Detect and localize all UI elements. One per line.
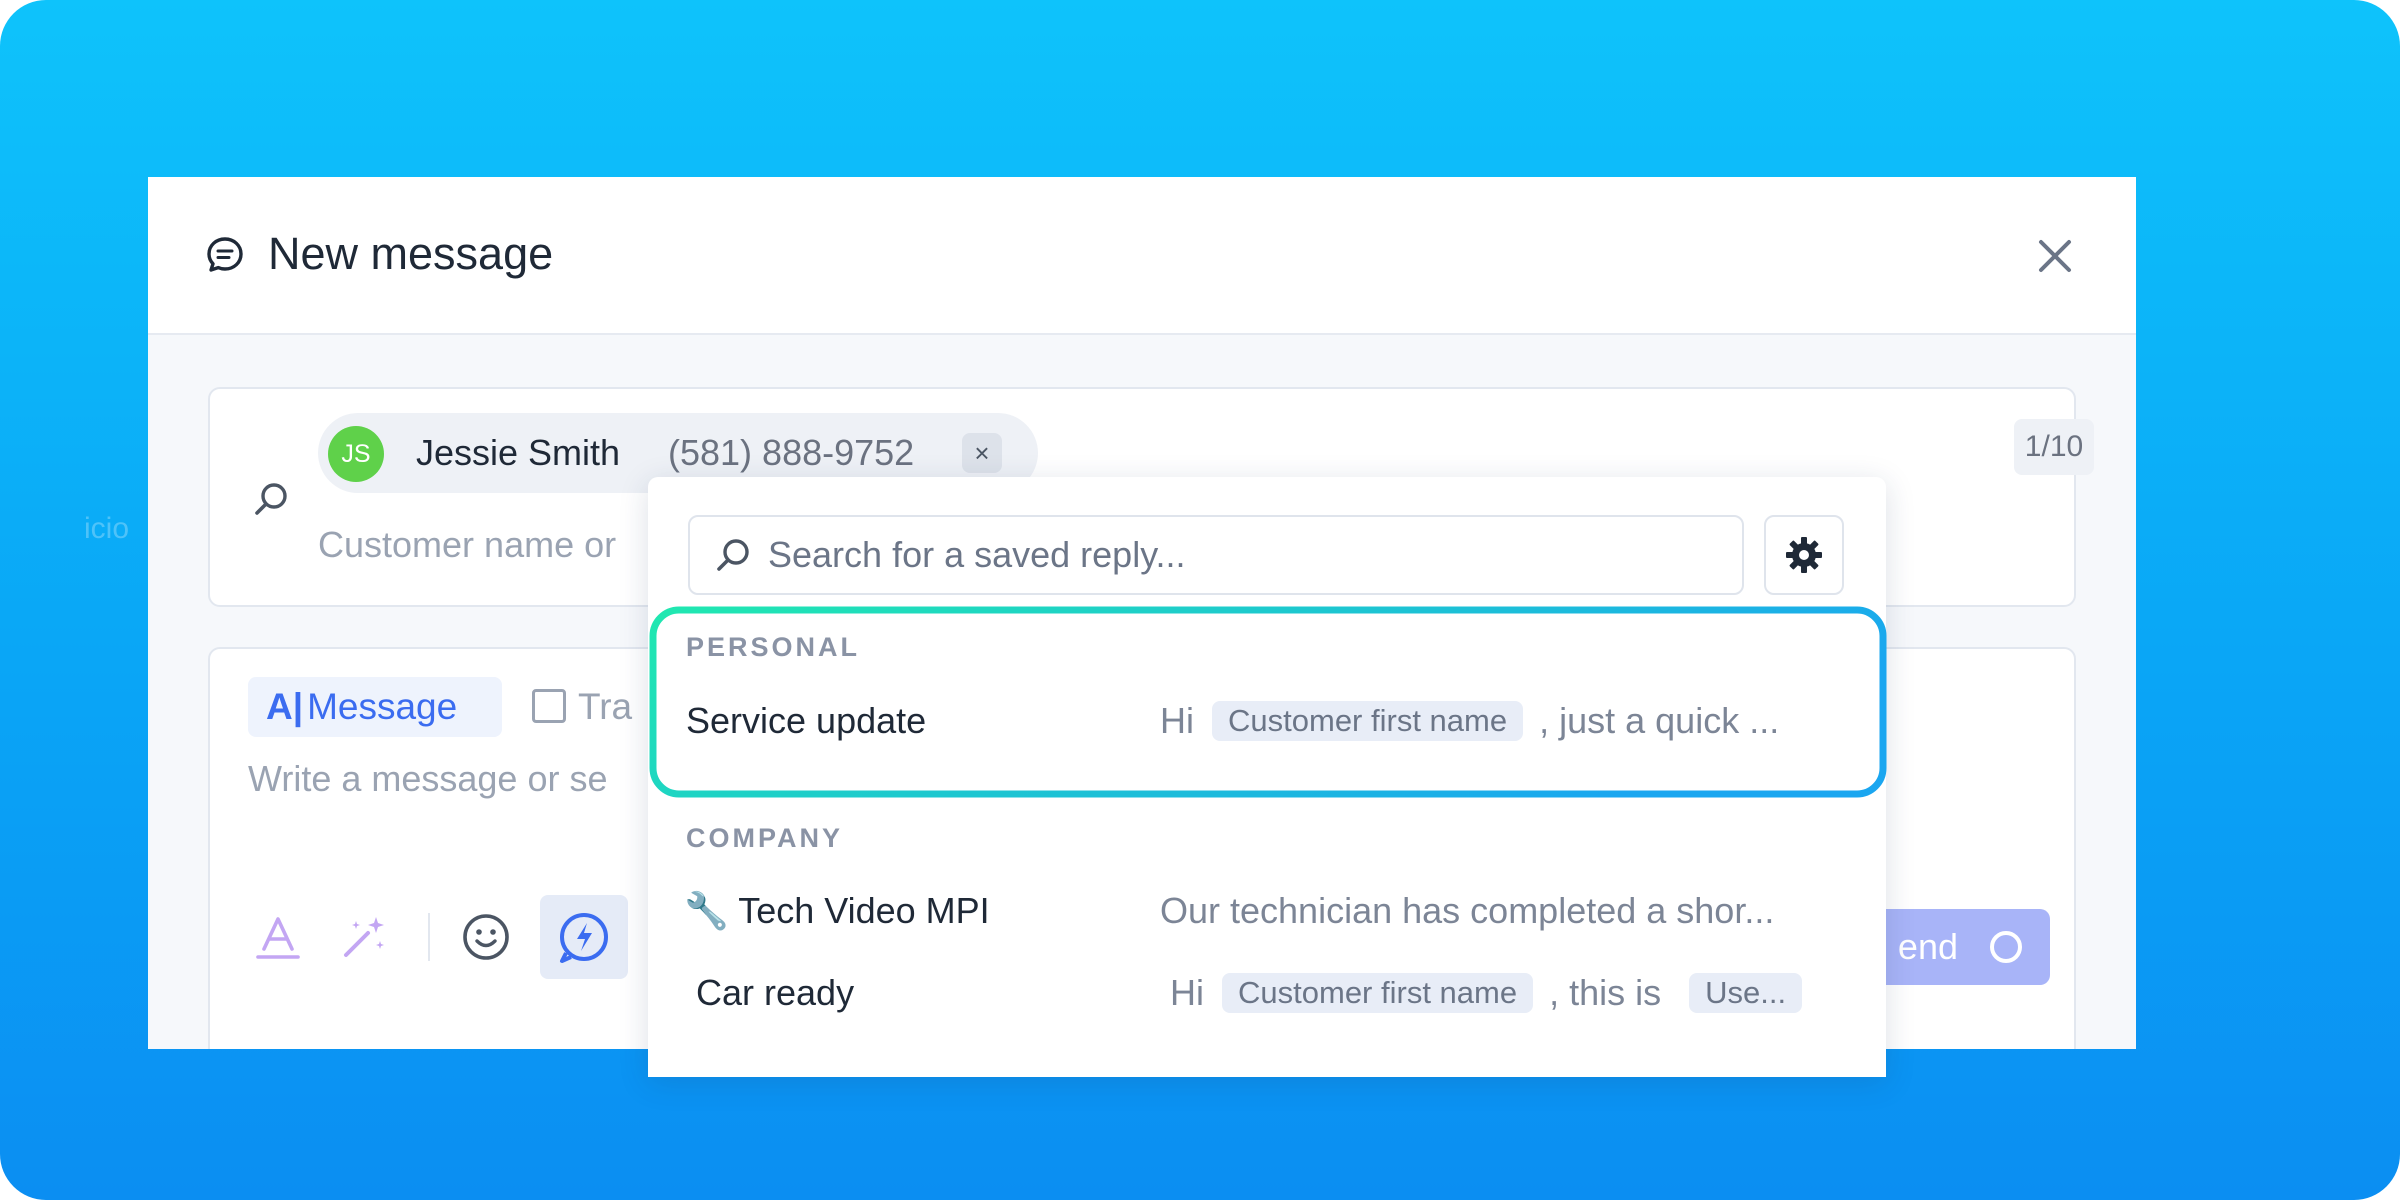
tab-secondary-label: Tra [578,686,633,727]
avatar: JS [328,426,384,482]
wrench-icon: 🔧 [684,890,729,931]
text-cursor-icon: A| [266,686,304,727]
message-input[interactable]: Write a message or se [248,757,607,801]
modal-header: New message [148,177,2136,335]
quick-reply-icon[interactable] [540,895,628,979]
emoji-icon[interactable] [456,907,516,967]
reply-preview: Our technician has completed a shor... [1160,890,1775,931]
remove-recipient-button[interactable]: × [962,433,1002,473]
search-icon [255,483,287,515]
reply-preview: Hi Customer first name , this is Use... [1170,971,1803,1015]
saved-reply-car-ready[interactable]: Car ready Hi Customer first name , this … [648,959,1886,1031]
settings-button[interactable] [1764,515,1844,595]
recipient-counter: 1/10 [2014,419,2094,475]
variable-tag: Customer first name [1222,973,1534,1013]
background-text-fragment: icio [84,512,130,545]
recipient-name: Jessie Smith [416,432,621,473]
search-icon [717,539,749,571]
variable-tag: Use... [1689,973,1803,1013]
close-icon[interactable] [2032,233,2078,279]
recipient-search-input[interactable]: Customer name or [318,523,616,567]
saved-reply-tech-video-mpi[interactable]: 🔧 Tech Video MPI Our technician has comp… [648,877,1886,949]
preview-prefix: Hi [1170,972,1204,1013]
saved-reply-search [688,515,1744,595]
timer-icon [1990,931,2022,963]
saved-reply-search-input[interactable] [768,517,1728,593]
gear-icon [1786,537,1822,573]
text-format-icon[interactable] [248,907,308,967]
modal-title: New message [268,228,554,279]
tab-message-label: Message [307,686,458,727]
toolbar-divider [428,913,430,961]
highlight-outline [649,606,1887,798]
tab-secondary[interactable]: Tra [532,677,632,737]
background-canvas: icio New message JS Jessie Smith (581) 8… [0,0,2400,1200]
section-label-company: COMPANY [686,823,844,853]
reply-title: Car ready [696,972,855,1013]
reply-title: 🔧 Tech Video MPI [684,890,990,931]
recipient-phone: (581) 888-9752 [668,432,915,473]
send-label: end [1897,926,1958,967]
hourglass-icon [532,689,566,723]
chat-bubble-icon [207,237,243,272]
preview-mid: , this is [1549,972,1662,1013]
tab-message[interactable]: A| Message [248,677,502,737]
magic-wand-icon[interactable] [334,907,394,967]
